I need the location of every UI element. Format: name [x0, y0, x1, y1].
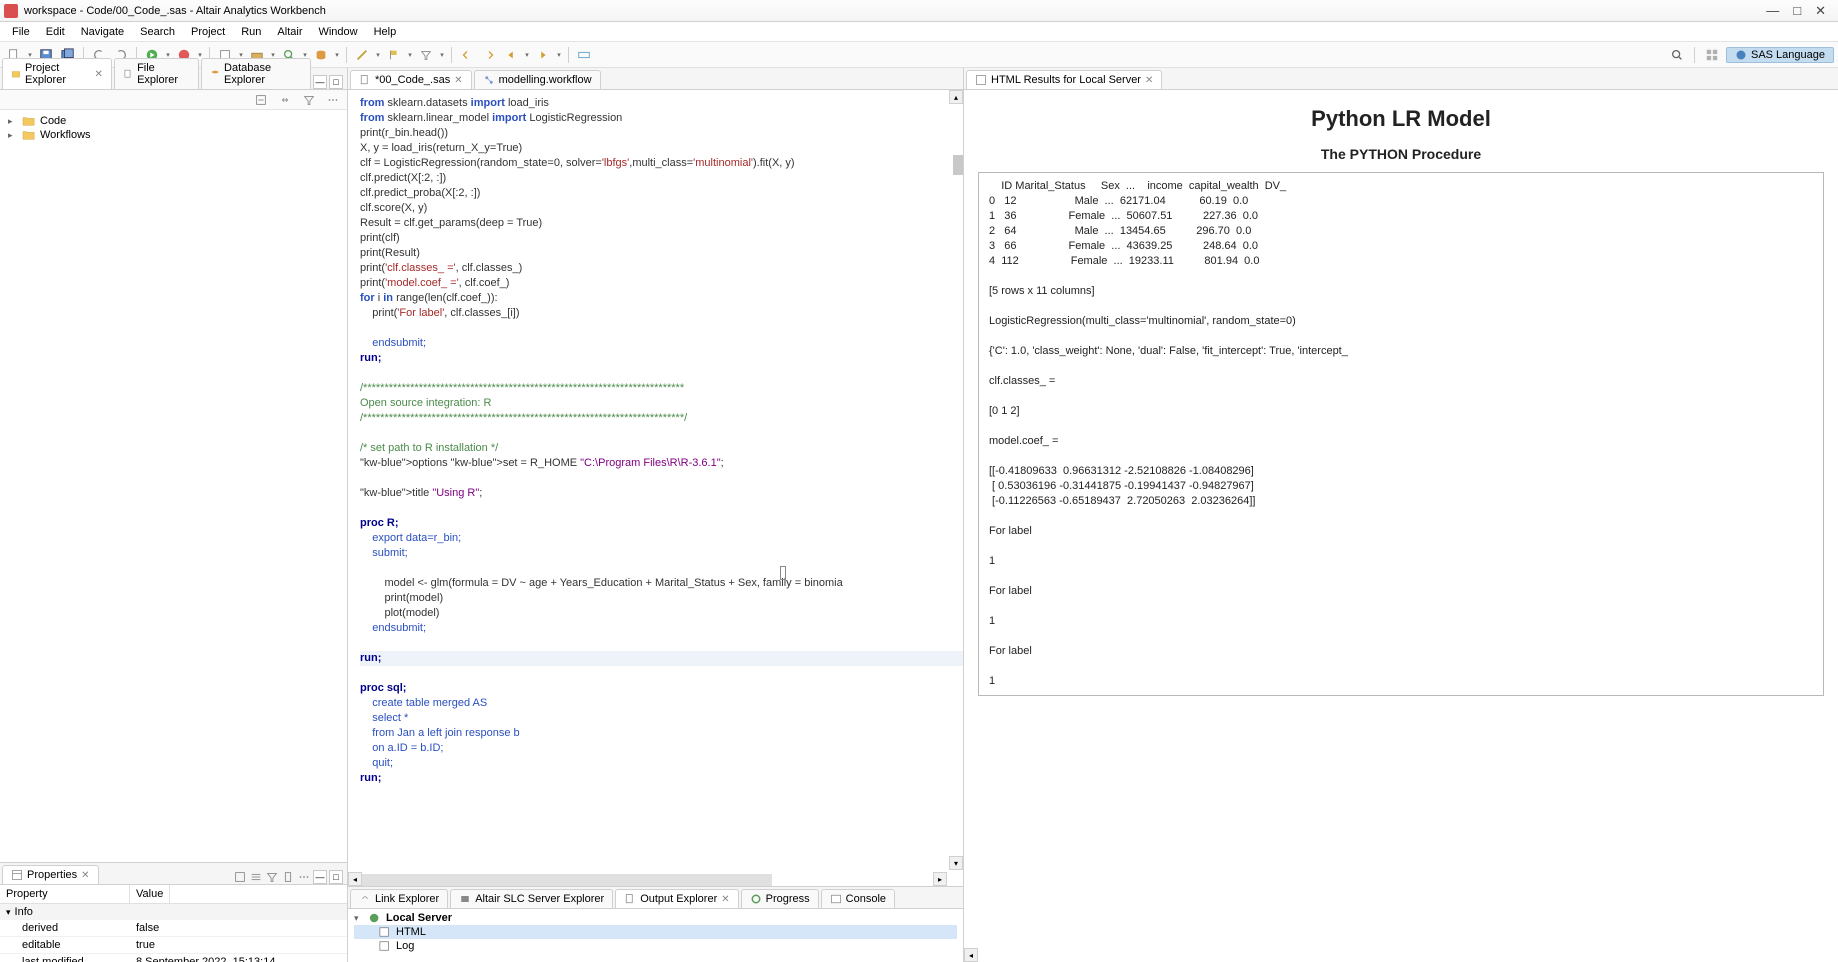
project-tree: ▸ Code ▸ Workflows — [0, 110, 347, 146]
wand-button[interactable] — [352, 45, 372, 65]
results-output: ID Marital_Status Sex ... income capital… — [978, 172, 1824, 696]
scroll-right-button[interactable]: ▸ — [933, 872, 947, 886]
back-step-button[interactable] — [457, 45, 477, 65]
results-panel[interactable]: Python LR Model The PYTHON Procedure ID … — [964, 90, 1838, 962]
results-tabstrip: HTML Results for Local Server ✕ — [964, 68, 1838, 90]
fwd-step-button[interactable] — [479, 45, 499, 65]
scroll-down-button[interactable]: ▾ — [949, 856, 963, 870]
menu-project[interactable]: Project — [185, 24, 231, 40]
menu-window[interactable]: Window — [312, 24, 363, 40]
props-btn2[interactable] — [249, 870, 263, 884]
language-selector[interactable]: SAS Language — [1726, 47, 1834, 63]
props-btn5[interactable] — [297, 870, 311, 884]
chevron-right-icon[interactable]: ▸ — [8, 116, 18, 127]
pin-button[interactable] — [574, 45, 594, 65]
menu-search[interactable]: Search — [134, 24, 181, 40]
tree-item-workflows[interactable]: ▸ Workflows — [6, 128, 341, 142]
close-button[interactable]: ✕ — [1815, 3, 1826, 19]
minimize-view-button[interactable]: — — [313, 75, 327, 89]
menu-run[interactable]: Run — [235, 24, 267, 40]
tab-progress[interactable]: Progress — [741, 889, 819, 908]
app-icon — [4, 4, 18, 18]
tab-altair-server-explorer[interactable]: Altair SLC Server Explorer — [450, 889, 613, 908]
tab-output-explorer[interactable]: Output Explorer ✕ — [615, 889, 738, 908]
minimize-view-button[interactable]: — — [313, 870, 327, 884]
server-tree: ▾ Local Server HTML Log — [348, 909, 963, 955]
server-item-html[interactable]: HTML — [354, 925, 957, 939]
search-icon[interactable] — [1667, 45, 1687, 65]
props-btn1[interactable] — [233, 870, 247, 884]
menubar: File Edit Navigate Search Project Run Al… — [0, 22, 1838, 42]
props-header: Property Value — [0, 885, 347, 904]
tab-file-explorer[interactable]: File Explorer — [114, 58, 199, 89]
text-cursor — [780, 566, 786, 580]
chevron-down-icon[interactable]: ▾ — [354, 913, 364, 924]
scrollbar-thumb[interactable] — [953, 155, 963, 175]
maximize-view-button[interactable]: □ — [329, 75, 343, 89]
results-subtitle: The PYTHON Procedure — [978, 146, 1824, 162]
editor-tabstrip: *00_Code_.sas ✕ modelling.workflow — [348, 68, 963, 90]
tab-database-explorer[interactable]: Database Explorer — [201, 58, 311, 89]
menu-icon[interactable] — [323, 90, 343, 110]
maximize-view-button[interactable]: □ — [329, 870, 343, 884]
back-button[interactable] — [501, 45, 521, 65]
flag-button[interactable] — [384, 45, 404, 65]
properties-tabstrip: Properties ✕ — □ — [0, 863, 347, 885]
chevron-right-icon[interactable]: ▸ — [8, 130, 18, 141]
scroll-up-button[interactable]: ▴ — [949, 90, 963, 104]
close-icon[interactable]: ✕ — [454, 75, 462, 86]
server-item-local[interactable]: ▾ Local Server — [354, 911, 957, 925]
menu-altair[interactable]: Altair — [271, 24, 308, 40]
perspective-button[interactable] — [1702, 45, 1722, 65]
tab-workflow[interactable]: modelling.workflow — [474, 70, 601, 89]
filter-tb-button[interactable] — [416, 45, 436, 65]
close-icon[interactable]: ✕ — [81, 870, 89, 881]
tab-html-results[interactable]: HTML Results for Local Server ✕ — [966, 70, 1162, 89]
collapse-all-button[interactable] — [251, 90, 271, 110]
menu-edit[interactable]: Edit — [40, 24, 71, 40]
props-row: last modified8 September 2022, 15:13:14 — [0, 954, 347, 962]
tab-console[interactable]: Console — [821, 889, 895, 908]
scroll-left-button[interactable]: ◂ — [964, 948, 978, 962]
close-icon[interactable]: ✕ — [1145, 75, 1153, 86]
close-icon[interactable]: ✕ — [94, 69, 102, 80]
code-editor[interactable]: from sklearn.datasets import load_irisfr… — [348, 90, 963, 886]
props-section-info[interactable]: ▾Info — [0, 904, 347, 920]
minimize-button[interactable]: — — [1766, 3, 1779, 19]
scroll-left-button[interactable]: ◂ — [348, 872, 362, 886]
output-tabstrip: Link Explorer Altair SLC Server Explorer… — [348, 887, 963, 909]
filter-icon[interactable] — [299, 90, 319, 110]
results-title: Python LR Model — [978, 106, 1824, 132]
window-title: workspace - Code/00_Code_.sas - Altair A… — [24, 5, 326, 17]
menu-navigate[interactable]: Navigate — [75, 24, 130, 40]
tab-properties[interactable]: Properties ✕ — [2, 865, 99, 884]
db-tb-button[interactable] — [311, 45, 331, 65]
props-row: derivedfalse — [0, 920, 347, 937]
scrollbar-horizontal[interactable] — [362, 874, 772, 886]
props-btn3[interactable] — [265, 870, 279, 884]
tree-item-code[interactable]: ▸ Code — [6, 114, 341, 128]
props-row: editabletrue — [0, 937, 347, 954]
server-item-log[interactable]: Log — [354, 939, 957, 953]
props-btn4[interactable] — [281, 870, 295, 884]
left-tabstrip: Project Explorer ✕ File Explorer Databas… — [0, 68, 347, 90]
link-editor-button[interactable] — [275, 90, 295, 110]
titlebar: workspace - Code/00_Code_.sas - Altair A… — [0, 0, 1838, 22]
forward-button[interactable] — [533, 45, 553, 65]
maximize-button[interactable]: □ — [1793, 3, 1801, 19]
tab-project-explorer[interactable]: Project Explorer ✕ — [2, 58, 112, 89]
close-icon[interactable]: ✕ — [721, 894, 729, 905]
menu-file[interactable]: File — [6, 24, 36, 40]
tab-code-file[interactable]: *00_Code_.sas ✕ — [350, 70, 472, 89]
menu-help[interactable]: Help — [368, 24, 403, 40]
tab-link-explorer[interactable]: Link Explorer — [350, 889, 448, 908]
